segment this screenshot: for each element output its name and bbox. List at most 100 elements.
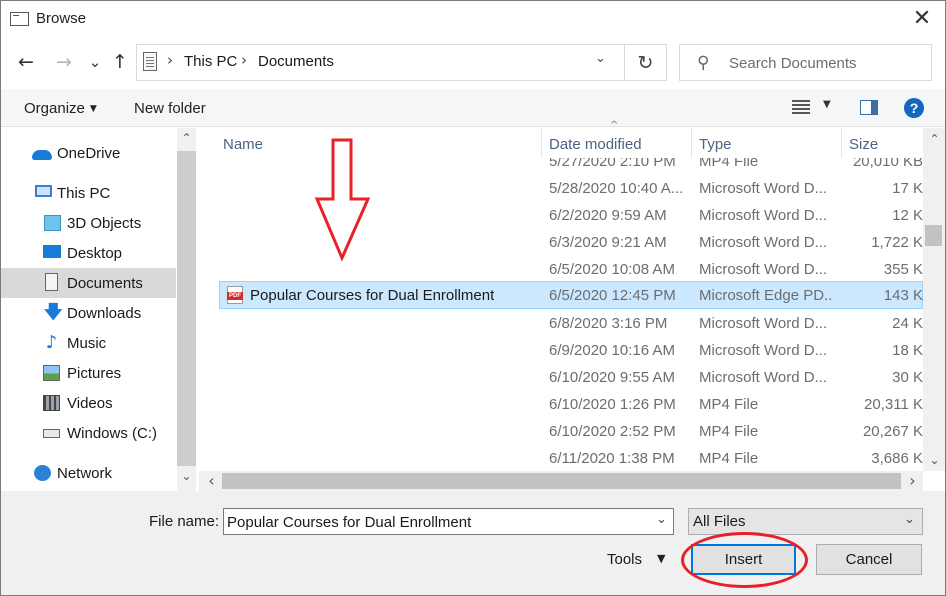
sidebar-item-label: Videos	[67, 395, 113, 412]
file-type: MP4 File	[699, 396, 759, 413]
sidebar-item-network[interactable]: Network	[1, 458, 176, 488]
refresh-icon[interactable]: ↻	[625, 44, 667, 81]
scroll-down-icon[interactable]: ⌄	[177, 469, 196, 483]
sort-ascending-icon: ^	[610, 120, 619, 131]
file-date: 6/5/2020 10:08 AM	[549, 261, 675, 278]
file-date: 6/5/2020 12:45 PM	[549, 287, 676, 304]
tools-button[interactable]: Tools	[607, 551, 642, 568]
sidebar-item-label: Network	[57, 465, 113, 482]
sidebar-item-label: Windows (C:)	[67, 425, 158, 442]
dialog-footer	[1, 491, 945, 595]
file-row-selected[interactable]: PDF Popular Courses for Dual Enrollment …	[219, 281, 923, 309]
file-row[interactable]: 6/10/2020 9:55 AM Microsoft Word D... 30…	[206, 364, 923, 391]
sidebar-item-pictures[interactable]: Pictures	[1, 358, 176, 388]
file-type-value: All Files	[693, 513, 746, 530]
file-size: 17 K	[892, 180, 923, 197]
file-name-dropdown-chevron-icon[interactable]: ⌄	[656, 512, 667, 527]
column-divider[interactable]	[691, 128, 692, 158]
column-divider[interactable]	[841, 128, 842, 158]
column-header-name[interactable]: Name	[223, 136, 263, 153]
file-type: Microsoft Word D...	[699, 207, 828, 224]
sidebar-item-this-pc[interactable]: This PC	[1, 178, 176, 208]
column-divider[interactable]	[541, 128, 542, 158]
chevron-down-icon: ▼	[89, 104, 97, 114]
back-arrow-icon[interactable]: ←	[13, 47, 39, 77]
scroll-up-icon[interactable]: ⌃	[177, 131, 196, 145]
scroll-up-icon[interactable]: ⌃	[925, 132, 944, 146]
file-name-input[interactable]	[227, 512, 647, 532]
breadcrumb-this-pc[interactable]: This PC	[184, 53, 237, 70]
sidebar-item-label: This PC	[57, 185, 111, 202]
close-icon[interactable]: ✕	[906, 5, 938, 33]
sidebar-item-desktop[interactable]: Desktop	[1, 238, 176, 268]
file-type: MP4 File	[699, 450, 759, 467]
sidebar-item-onedrive[interactable]: OneDrive	[1, 138, 176, 168]
file-row[interactable]: 6/10/2020 1:26 PM MP4 File 20,311 K	[206, 391, 923, 418]
file-size: 30 K	[892, 369, 923, 386]
file-date: 6/8/2020 3:16 PM	[549, 315, 668, 332]
vertical-scrollbar-thumb[interactable]	[925, 225, 942, 246]
file-row[interactable]: 6/8/2020 3:16 PM Microsoft Word D... 24 …	[206, 310, 923, 337]
file-date: 6/10/2020 2:52 PM	[549, 423, 676, 440]
cancel-button[interactable]: Cancel	[816, 544, 922, 575]
sidebar-item-music[interactable]: ♪ Music	[1, 328, 176, 358]
file-type-chevron-icon[interactable]: ⌄	[904, 512, 915, 527]
file-type: Microsoft Word D...	[699, 342, 828, 359]
preview-pane-icon[interactable]	[860, 100, 878, 115]
view-options-chevron-icon[interactable]: ▼	[823, 99, 831, 110]
column-header-date-modified[interactable]: Date modified	[549, 136, 642, 153]
recent-locations-chevron-icon[interactable]: ⌄	[82, 47, 108, 77]
file-size: 3,686 K	[871, 450, 923, 467]
file-type: Microsoft Word D...	[699, 261, 828, 278]
file-type: MP4 File	[699, 158, 759, 170]
network-icon	[34, 465, 51, 481]
file-row[interactable]: 6/11/2020 1:38 PM MP4 File 3,686 K	[206, 445, 923, 471]
drive-icon	[43, 429, 60, 438]
breadcrumb-separator[interactable]: ›	[167, 51, 173, 69]
search-input[interactable]	[729, 52, 924, 74]
address-dropdown-chevron-icon[interactable]: ⌄	[595, 51, 606, 66]
breadcrumb-separator[interactable]: ›	[241, 51, 247, 69]
pictures-icon	[43, 365, 60, 381]
forward-arrow-icon[interactable]: →	[51, 47, 77, 77]
sidebar-item-3d-objects[interactable]: 3D Objects	[1, 208, 176, 238]
sidebar-item-windows-c[interactable]: Windows (C:)	[1, 418, 176, 448]
file-type: MP4 File	[699, 423, 759, 440]
organize-button[interactable]: Organize ▼	[24, 100, 97, 117]
file-size: 20,311 K	[864, 396, 923, 413]
3d-objects-icon	[44, 215, 61, 231]
desktop-icon	[43, 245, 61, 258]
sidebar-item-downloads[interactable]: 🡇 Downloads	[1, 298, 176, 328]
videos-icon	[43, 395, 60, 411]
title-bar	[1, 1, 945, 37]
help-icon[interactable]: ?	[904, 98, 924, 118]
sidebar-scrollbar-thumb[interactable]	[177, 151, 196, 466]
sidebar-item-documents[interactable]: Documents	[1, 268, 176, 298]
file-date: 6/9/2020 10:16 AM	[549, 342, 675, 359]
sidebar-item-label: Downloads	[67, 305, 142, 322]
file-type: Microsoft Word D...	[699, 234, 828, 251]
file-row[interactable]: 6/9/2020 10:16 AM Microsoft Word D... 18…	[206, 337, 923, 364]
new-folder-button[interactable]: New folder	[134, 100, 206, 117]
change-view-icon[interactable]	[792, 100, 810, 114]
file-size: 20,010 KB	[852, 158, 923, 170]
column-header-type[interactable]: Type	[699, 136, 732, 153]
breadcrumb-documents[interactable]: Documents	[258, 53, 334, 70]
horizontal-scrollbar-thumb[interactable]	[222, 473, 901, 489]
this-pc-icon	[35, 185, 52, 197]
file-size: 1,722 K	[871, 234, 923, 251]
file-list-vertical-scrollbar[interactable]	[923, 128, 945, 471]
file-size: 355 K	[883, 261, 923, 278]
file-name: Popular Courses for Dual Enrollment	[250, 287, 495, 304]
downloads-icon: 🡇	[44, 302, 63, 323]
scroll-right-icon[interactable]: ›	[903, 471, 922, 490]
file-date: 5/28/2020 10:40 A...	[549, 180, 684, 197]
tools-chevron-icon[interactable]: ▼	[657, 552, 665, 565]
scroll-left-icon[interactable]: ‹	[202, 471, 221, 490]
column-header-size[interactable]: Size	[849, 136, 878, 153]
file-row[interactable]: 6/10/2020 2:52 PM MP4 File 20,267 K	[206, 418, 923, 445]
up-arrow-icon[interactable]: ↑	[107, 47, 133, 77]
scroll-down-icon[interactable]: ⌄	[925, 453, 944, 467]
sidebar-item-videos[interactable]: Videos	[1, 388, 176, 418]
file-size: 18 K	[892, 342, 923, 359]
